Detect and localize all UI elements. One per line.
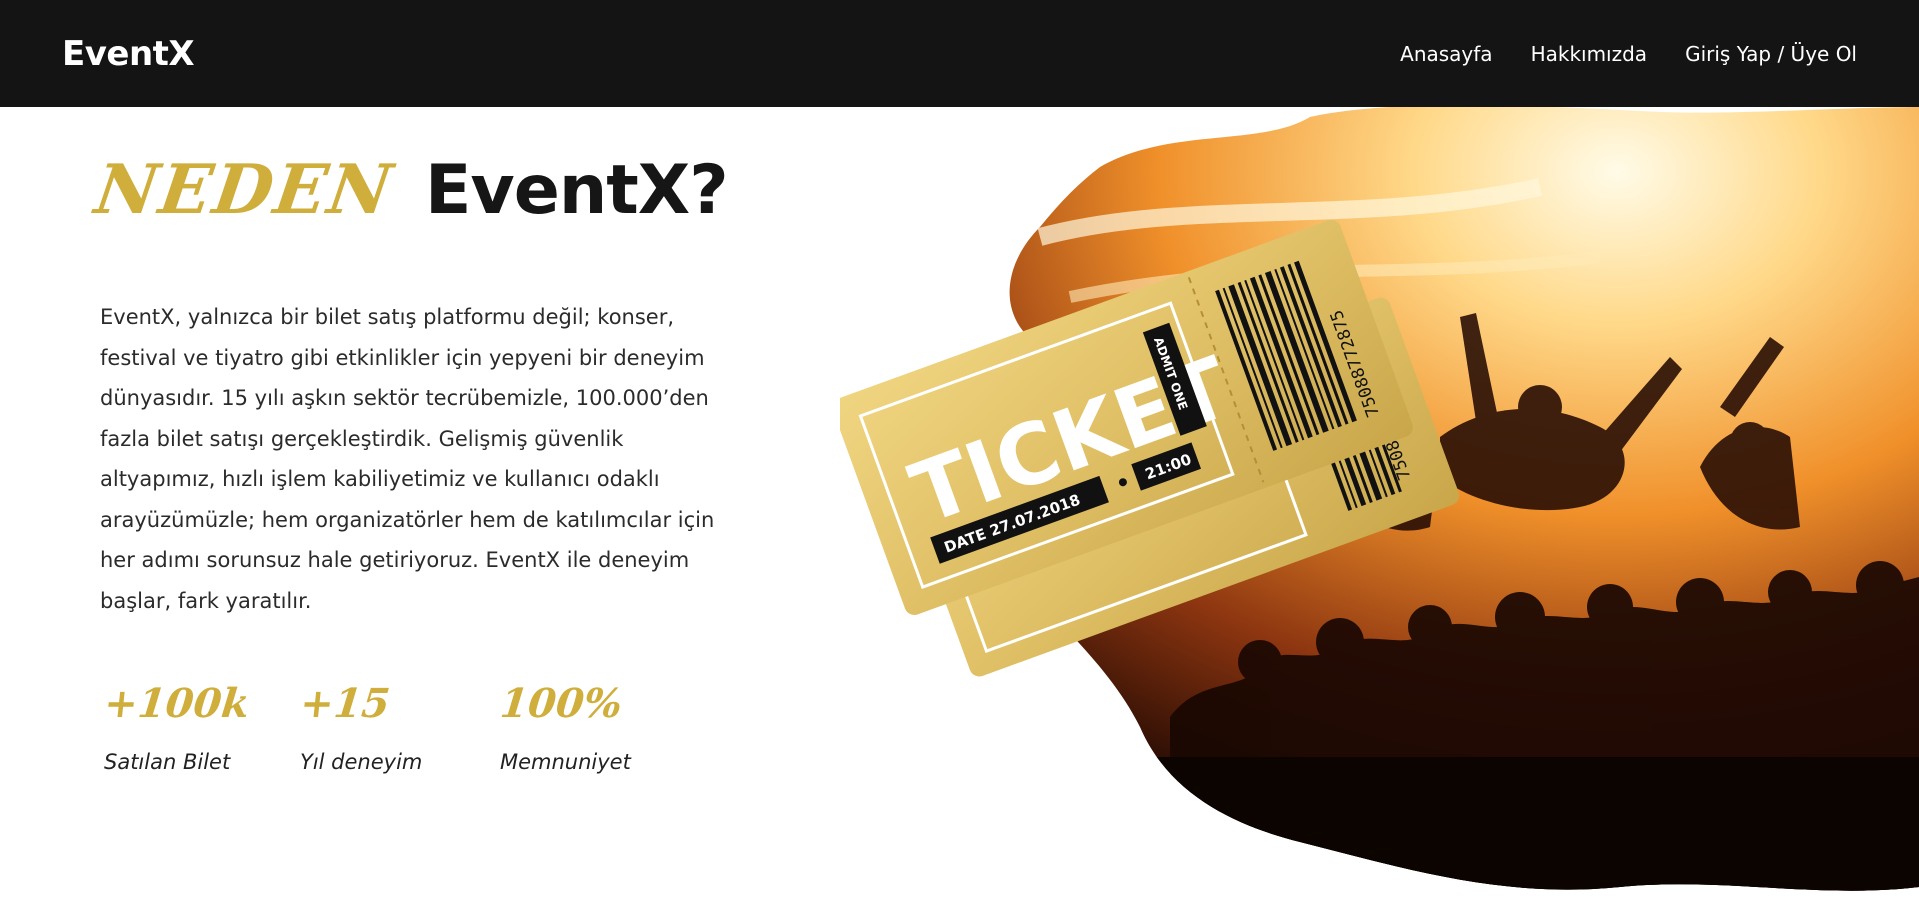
- stat-tickets-sold: +100k Satılan Bilet: [100, 680, 300, 774]
- title-accent-word: NEDEN: [90, 150, 399, 230]
- stat-value: +15: [298, 680, 393, 727]
- stats-row: +100k Satılan Bilet +15 Yıl deneyim 100%…: [100, 680, 700, 774]
- stat-label: Satılan Bilet: [104, 750, 231, 774]
- stat-value: 100%: [498, 680, 625, 727]
- nav-link-home[interactable]: Anasayfa: [1400, 42, 1492, 66]
- stat-years-experience: +15 Yıl deneyim: [298, 680, 500, 774]
- hero-description: EventX, yalnızca bir bilet satış platfor…: [100, 305, 715, 613]
- stat-value: +100k: [102, 680, 252, 727]
- page-title: NEDEN EventX?: [90, 150, 729, 230]
- title-main: EventX?: [424, 151, 729, 230]
- brand-logo[interactable]: EventX: [62, 34, 195, 74]
- stat-label: Yıl deneyim: [300, 750, 423, 774]
- nav-link-login-register[interactable]: Giriş Yap / Üye Ol: [1685, 42, 1857, 66]
- hero-illustration: 75085774873 TICKET DATE 27.07.2018 21:00…: [840, 107, 1919, 891]
- stat-label: Memnuniyet: [500, 750, 631, 774]
- stat-satisfaction: 100% Memnuniyet: [498, 680, 700, 774]
- main-nav: Anasayfa Hakkımızda Giriş Yap / Üye Ol: [1400, 42, 1857, 66]
- nav-link-about[interactable]: Hakkımızda: [1531, 42, 1648, 66]
- top-navbar: EventX Anasayfa Hakkımızda Giriş Yap / Ü…: [0, 0, 1919, 107]
